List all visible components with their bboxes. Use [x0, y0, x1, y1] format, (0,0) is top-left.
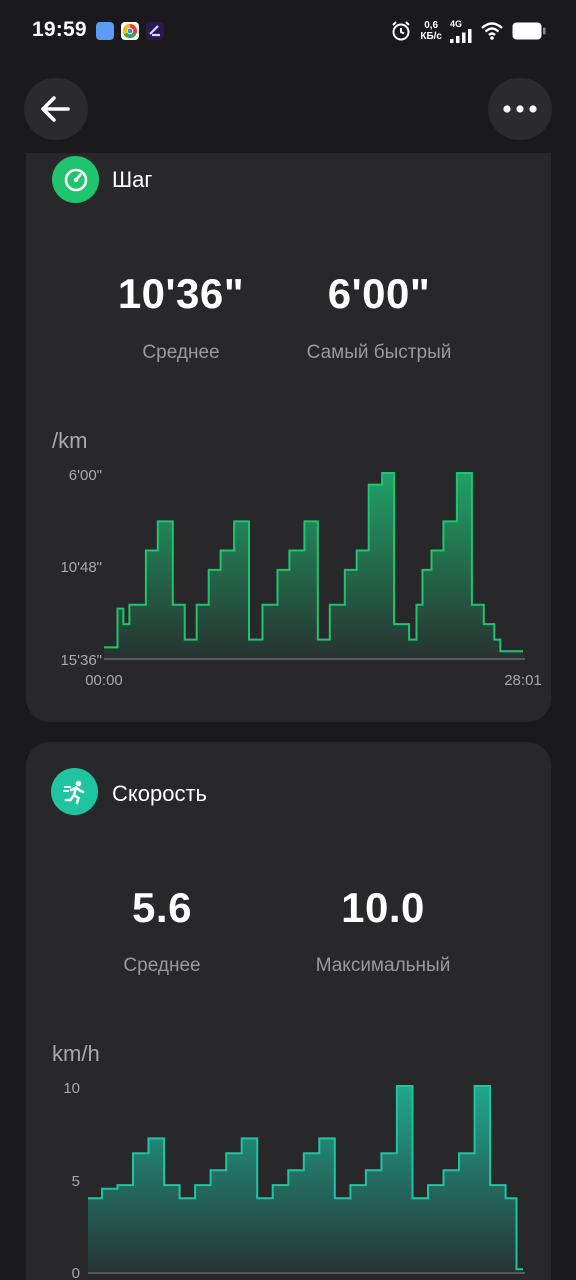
speed-chart: 10 5 0	[63, 1080, 525, 1280]
back-button[interactable]	[24, 78, 88, 140]
more-horizontal-icon	[503, 105, 537, 113]
pace-x-tick-start: 00:00	[85, 672, 123, 689]
pace-series-area	[104, 473, 523, 659]
speed-y-tick-mid: 5	[72, 1173, 80, 1190]
speed-y-tick-bottom: 0	[72, 1265, 80, 1280]
speed-y-tick-top: 10	[63, 1080, 80, 1097]
charts-layer: 6'00" 10'48" 15'36" 00:00 28:01 10 5 0	[60, 467, 541, 1280]
more-button[interactable]	[488, 78, 552, 140]
pace-x-tick-end: 28:01	[504, 672, 542, 689]
arrow-left-icon	[41, 96, 70, 122]
pace-y-tick-top: 6'00"	[69, 467, 102, 484]
speed-series-area	[88, 1086, 523, 1273]
pace-y-tick-bottom: 15'36"	[60, 652, 102, 669]
pace-y-tick-mid: 10'48"	[60, 559, 102, 576]
pace-chart: 6'00" 10'48" 15'36" 00:00 28:01	[60, 467, 541, 689]
